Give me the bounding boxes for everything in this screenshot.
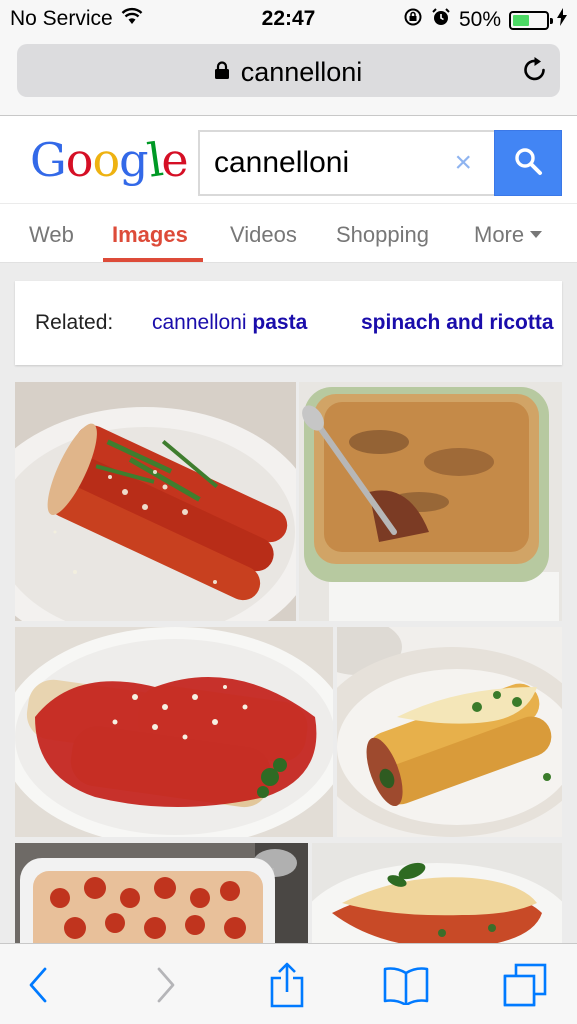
related-item[interactable]: spinach and ricotta <box>361 311 554 335</box>
lock-icon <box>214 55 229 86</box>
image-result[interactable] <box>337 627 562 837</box>
charging-icon <box>557 8 567 32</box>
forward-icon[interactable] <box>140 962 190 1008</box>
address-text: cannelloni <box>240 57 363 87</box>
related-item[interactable]: cannelloni pasta <box>152 311 307 335</box>
clear-icon[interactable]: × <box>454 148 472 178</box>
image-result[interactable] <box>299 382 562 621</box>
battery-percent: 50% <box>458 8 501 31</box>
tab-more[interactable]: More <box>474 222 543 248</box>
search-button[interactable] <box>494 130 562 196</box>
related-item-prefix: cannelloni <box>152 311 253 334</box>
share-icon[interactable] <box>262 962 312 1008</box>
browser-address-area: cannelloni <box>0 38 577 116</box>
logo-letter: g <box>119 133 148 187</box>
reload-icon[interactable] <box>522 56 548 89</box>
tabs-icon[interactable] <box>500 962 550 1008</box>
status-right: 50% <box>403 7 567 33</box>
image-results: Related: cannelloni pasta spinach and ri… <box>0 263 577 943</box>
related-searches: Related: cannelloni pasta spinach and ri… <box>15 281 562 365</box>
back-icon[interactable] <box>14 962 64 1008</box>
search-input[interactable] <box>214 146 434 180</box>
active-tab-indicator <box>103 258 203 262</box>
image-result[interactable] <box>15 627 333 837</box>
address-display[interactable]: cannelloni <box>17 57 560 88</box>
related-item-bold: spinach and ricotta <box>361 311 554 334</box>
logo-letter: G <box>30 133 67 187</box>
tab-videos[interactable]: Videos <box>230 222 297 248</box>
tab-more-label: More <box>474 222 525 247</box>
status-bar: No Service 22:47 50% <box>0 0 577 38</box>
logo-letter: o <box>65 133 94 187</box>
address-bar[interactable]: cannelloni <box>17 44 560 97</box>
alarm-icon <box>431 7 451 33</box>
battery-icon <box>509 10 553 30</box>
bookmarks-icon[interactable] <box>381 962 431 1008</box>
google-logo[interactable]: Google <box>30 132 189 187</box>
caret-down-icon <box>530 230 543 238</box>
rotation-lock-icon <box>403 7 423 33</box>
tab-web[interactable]: Web <box>29 222 74 248</box>
image-result[interactable] <box>312 843 562 943</box>
battery-level <box>513 14 529 26</box>
google-header: Google × <box>0 117 577 203</box>
image-result[interactable] <box>15 382 296 621</box>
search-icon <box>513 146 543 181</box>
related-item-bold: pasta <box>252 311 308 334</box>
image-result[interactable] <box>15 843 308 943</box>
logo-letter: o <box>92 133 120 187</box>
related-label: Related: <box>35 311 114 334</box>
search-tabs: Web Images Videos Shopping More <box>0 203 577 263</box>
search-box[interactable]: × <box>198 130 496 196</box>
tab-shopping[interactable]: Shopping <box>336 222 429 248</box>
tab-images[interactable]: Images <box>112 222 188 248</box>
browser-toolbar <box>0 943 577 1024</box>
logo-letter: e <box>161 133 188 187</box>
